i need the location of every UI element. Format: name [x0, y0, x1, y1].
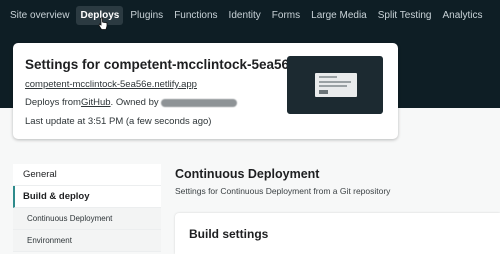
site-summary-card: Settings for competent-mcclintock-5ea56e…	[13, 43, 398, 139]
nav-identity[interactable]: Identity	[225, 6, 265, 25]
site-preview-thumbnail[interactable]	[287, 56, 383, 114]
sidebar-subitem-continuous-deployment[interactable]: Continuous Deployment	[13, 208, 161, 230]
deploy-source-prefix: Deploys from	[25, 97, 81, 108]
github-link[interactable]: GitHub	[81, 97, 111, 108]
build-settings-title: Build settings	[189, 227, 269, 241]
last-update-text: Last update at 3:51 PM (a few seconds ag…	[25, 116, 212, 127]
site-nav: Site overview Deploys Plugins Functions …	[0, 0, 500, 30]
redacted-owner	[160, 98, 237, 107]
nav-forms[interactable]: Forms	[268, 6, 304, 25]
site-url-link[interactable]: competent-mcclintock-5ea56e.netlify.app	[25, 79, 197, 90]
nav-functions[interactable]: Functions	[170, 6, 221, 25]
build-settings-card: Build settings	[175, 213, 500, 254]
sidebar-item-general[interactable]: General	[13, 164, 161, 186]
settings-sidebar: General Build & deploy Continuous Deploy…	[13, 164, 161, 252]
page-title: Settings for competent-mcclintock-5ea56e	[25, 57, 297, 72]
nav-site-overview[interactable]: Site overview	[6, 6, 73, 25]
nav-analytics[interactable]: Analytics	[438, 6, 486, 25]
sidebar-subitem-environment[interactable]: Environment	[13, 230, 161, 252]
nav-large-media[interactable]: Large Media	[307, 6, 371, 25]
preview-dialog-graphic	[315, 73, 357, 97]
sidebar-item-build-deploy[interactable]: Build & deploy	[13, 186, 161, 208]
nav-plugins[interactable]: Plugins	[126, 6, 167, 25]
section-description: Settings for Continuous Deployment from …	[175, 186, 391, 196]
deploy-source-info: Deploys from GitHub . Owned by	[25, 97, 237, 108]
owned-by-label: . Owned by	[110, 97, 159, 108]
section-heading: Continuous Deployment	[175, 167, 320, 181]
nav-split-testing[interactable]: Split Testing	[374, 6, 436, 25]
hand-pointer-icon	[98, 17, 108, 30]
